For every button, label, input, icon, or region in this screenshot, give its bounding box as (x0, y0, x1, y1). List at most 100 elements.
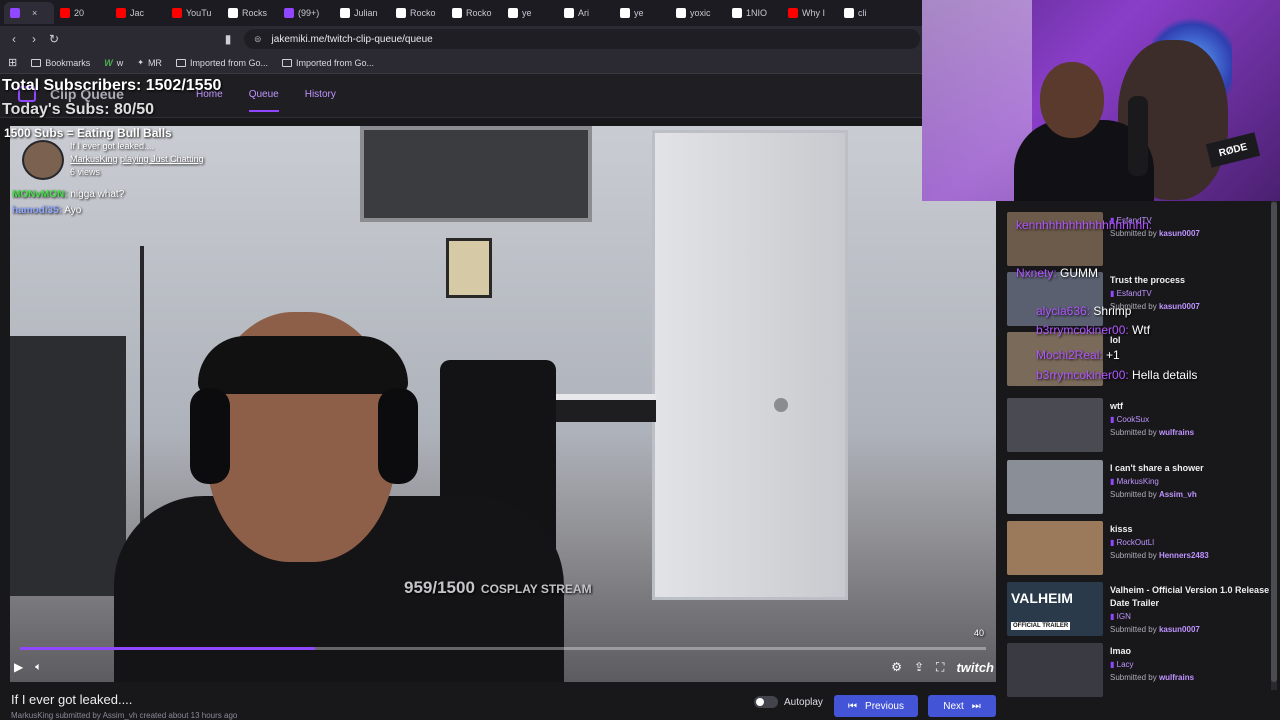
browser-tab[interactable]: 1NIO (726, 2, 782, 24)
tab-label: Rocko (410, 8, 436, 18)
video-wall-frame (446, 238, 492, 298)
queue-item[interactable]: kisss RockOutLl Submitted by Henners2483 (1007, 521, 1267, 577)
video-progress-fill (20, 647, 315, 650)
back-icon[interactable]: ‹ (4, 32, 24, 46)
tab-favicon-icon (508, 8, 518, 18)
share-icon[interactable]: ⇪ (914, 660, 924, 674)
browser-tab[interactable]: Rocks (222, 2, 278, 24)
browser-tab[interactable]: Jac (110, 2, 166, 24)
tab-favicon-icon (844, 8, 854, 18)
close-icon[interactable]: × (32, 8, 37, 18)
clip-title-overlay[interactable]: If I ever got leaked.... (70, 140, 204, 153)
queue-scrollbar[interactable] (1271, 200, 1277, 690)
today-subs: Today's Subs: 80/50 (2, 101, 155, 118)
video-controls: ▶ 🔈︎ ⚙ ⇪ ⛶ twitch (14, 656, 994, 678)
tab-favicon-icon (676, 8, 686, 18)
video-progress-bar[interactable] (20, 647, 986, 650)
browser-tab[interactable]: 20 (54, 2, 110, 24)
bookmark-imported-1[interactable]: Imported from Go... (175, 58, 268, 68)
tab-favicon-icon (60, 8, 70, 18)
next-button[interactable]: Next ⏭ (928, 695, 996, 717)
fullscreen-icon[interactable]: ⛶ (936, 660, 944, 675)
browser-tab[interactable]: YouTu (166, 2, 222, 24)
browser-tab[interactable]: ye (502, 2, 558, 24)
clip-counter: 40 (974, 628, 985, 638)
gear-icon[interactable]: ⚙ (891, 660, 902, 674)
queue-item-submitter: Submitted by wulfrains (1110, 673, 1195, 682)
w-icon: W (104, 57, 113, 68)
chat-username: alycia636: (1036, 304, 1091, 318)
sub-goal-counter: 959/1500 COSPLAY STREAM (404, 578, 592, 597)
browser-tab[interactable]: cli (838, 2, 894, 24)
bookmark-imported-2[interactable]: Imported from Go... (281, 58, 374, 68)
queue-item[interactable]: I can't share a shower MarkusKing Submitte… (1007, 460, 1267, 516)
previous-button[interactable]: ⏮ Previous (834, 695, 918, 717)
queue-item-title: Valheim - Official Version 1.0 Release D… (1110, 585, 1270, 608)
site-info-icon[interactable]: ⊜ (254, 34, 262, 45)
queue-item[interactable]: VALHEIM OFFICIAL TRAILER Valheim - Officia… (1007, 582, 1270, 638)
browser-tab[interactable]: ye (614, 2, 670, 24)
tab-label: Rocko (466, 8, 492, 18)
queue-item-submitter: Submitted by wulfrains (1110, 428, 1195, 437)
clip-playing[interactable]: playing Just Chatting (120, 154, 204, 164)
queue-item-text: Valheim - Official Version 1.0 Release D… (1110, 584, 1270, 636)
reload-icon[interactable]: ↻ (44, 32, 64, 46)
next-icon: ⏭ (971, 700, 981, 712)
twitch-logo[interactable]: twitch (956, 660, 994, 675)
video-controls-right: ⚙ ⇪ ⛶ twitch (891, 660, 994, 675)
browser-tab[interactable]: Rocko (446, 2, 502, 24)
bookmark-mr[interactable]: ✦ MR (137, 58, 162, 68)
mr-icon: ✦ (137, 58, 144, 67)
autoplay-toggle[interactable] (754, 696, 778, 708)
queue-item-text: lmao Lacy Submitted by wulfrains (1110, 645, 1270, 684)
browser-tab[interactable]: (99+) (278, 2, 334, 24)
autoplay-control[interactable]: Autoplay (754, 696, 823, 708)
apps-icon[interactable]: ⊞ (8, 56, 17, 69)
browser-tab[interactable]: yoxic (670, 2, 726, 24)
address-bar[interactable]: ⊜ jakemiki.me/twitch-clip-queue/queue (244, 29, 920, 49)
video-headphone-left (190, 388, 230, 484)
tab-favicon-icon (172, 8, 182, 18)
tab-label: YouTu (186, 8, 212, 18)
browser-tab[interactable]: Julian (334, 2, 390, 24)
tab-label: ye (634, 8, 644, 18)
tab-favicon-icon (396, 8, 406, 18)
clip-title: If I ever got leaked.... (11, 692, 133, 707)
play-icon[interactable]: ▶ (14, 660, 23, 674)
overlay-chat-line: Nxnety: GUMM (1016, 266, 1098, 280)
browser-tab[interactable]: Rocko (390, 2, 446, 24)
tab-label: Jac (130, 8, 145, 18)
nav-history[interactable]: History (305, 89, 336, 112)
chat-message: +1 (1106, 348, 1120, 362)
chat-message: Shrimp (1093, 304, 1132, 318)
bookmark-icon[interactable]: ▮ (218, 32, 238, 46)
video-player[interactable] (10, 126, 996, 682)
chat-username: b3rrymcokiner00: (1036, 323, 1129, 337)
nav-queue[interactable]: Queue (248, 89, 279, 112)
queue-scrollbar-thumb[interactable] (1271, 202, 1277, 682)
avatar[interactable] (22, 140, 64, 180)
queue-item-title: wtf (1110, 401, 1123, 411)
tab-favicon-icon (732, 8, 742, 18)
browser-tab[interactable]: Ari (558, 2, 614, 24)
queue-item[interactable]: lmao Lacy Submitted by wulfrains (1007, 643, 1267, 699)
queue-item-channel: MarkusKing (1110, 475, 1270, 488)
forward-icon[interactable]: › (24, 32, 44, 46)
tab-label: cli (858, 8, 867, 18)
volume-icon[interactable]: 🔈︎ (35, 661, 42, 674)
video-door (652, 130, 848, 600)
queue-item[interactable]: wtf CookSux Submitted by wulfrains (1007, 398, 1267, 454)
chat-username: Mochi2Real: (1036, 348, 1103, 362)
official-trailer-badge: OFFICIAL TRAILER (1011, 622, 1071, 630)
tab-label: 20 (74, 8, 85, 18)
browser-tab[interactable]: × (4, 2, 54, 24)
video-headphone-right (378, 388, 418, 484)
queue-thumbnail (1007, 643, 1103, 697)
bookmark-w[interactable]: Ww (104, 58, 123, 68)
queue-item-title: Trust the process (1110, 275, 1186, 285)
clip-creator[interactable]: MarkusKing (70, 154, 118, 164)
browser-tab[interactable]: Why I (782, 2, 838, 24)
queue-item[interactable]: Trust the process EsfandTV Submitted by ka… (1007, 272, 1267, 328)
bookmark-bookmarks[interactable]: Bookmarks (31, 58, 90, 68)
queue-item-text: kisss RockOutLl Submitted by Henners2483 (1110, 523, 1270, 562)
